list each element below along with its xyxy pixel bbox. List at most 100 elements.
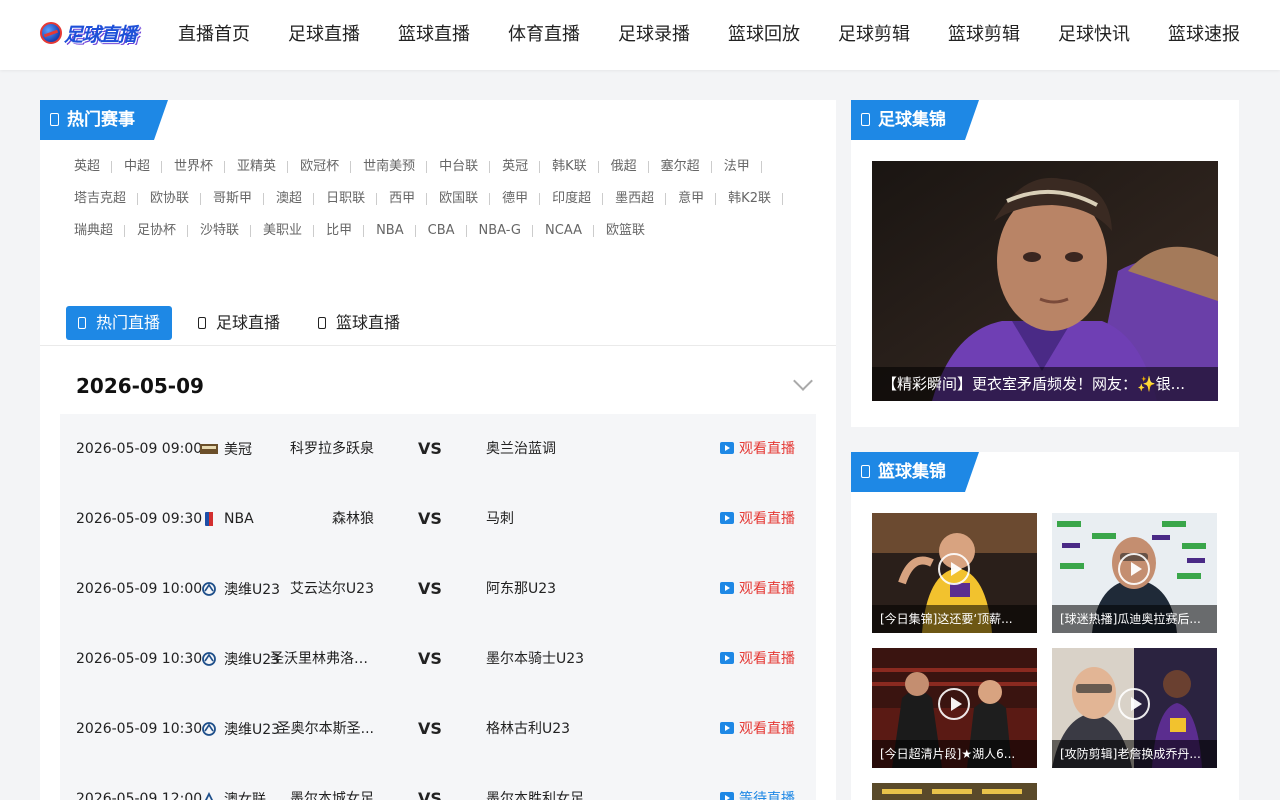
watch-live-button[interactable]: 观看直播 (720, 624, 795, 694)
league-link[interactable]: 瑞典超 (62, 220, 126, 242)
hot-events-header: 热门赛事 (40, 100, 168, 140)
match-league: 美冠 (200, 414, 252, 484)
league-link[interactable]: 欧篮联 (594, 220, 657, 242)
match-league: NBA (200, 484, 254, 554)
match-time: 2026-05-09 10:30 (76, 651, 203, 667)
nav-item-football-news[interactable]: 足球快讯 (1042, 0, 1146, 70)
league-link[interactable]: 意甲 (666, 188, 717, 210)
league-link[interactable]: 沙特联 (188, 220, 252, 242)
chevron-down-icon[interactable] (793, 371, 813, 391)
video-thumbnail[interactable] (872, 783, 1037, 800)
vs-label: VS (418, 649, 442, 668)
section-icon (861, 113, 870, 126)
table-row: 2026-05-09 09:30 NBA 森林狼 VS 马刺 观看直播 (60, 484, 816, 554)
league-link[interactable]: 韩K2联 (716, 188, 783, 210)
watch-live-button[interactable]: 观看直播 (720, 414, 795, 484)
vs-label: VS (418, 789, 442, 800)
site-logo[interactable]: 足球直播 (40, 18, 146, 48)
highlight-caption: 【精彩瞬间】更衣室矛盾频发！网友：✨银... (872, 367, 1218, 401)
watch-live-button[interactable]: 观看直播 (720, 484, 795, 554)
league-link[interactable]: 欧国联 (427, 188, 491, 210)
video-thumbnail[interactable]: [球迷热播]瓜迪奥拉赛后... (1052, 513, 1217, 633)
league-link[interactable]: CBA (416, 220, 467, 242)
match-league: 澳维U23 (200, 694, 280, 764)
basketball-football-logo-icon (40, 22, 62, 44)
league-link[interactable]: 中台联 (427, 156, 491, 178)
league-link[interactable]: 足协杯 (125, 220, 189, 242)
league-link[interactable]: 英超 (62, 156, 113, 178)
thumbnail-caption: [今日超清片段]★湖人6... (872, 740, 1037, 768)
match-time: 2026-05-09 09:00 (76, 441, 203, 457)
video-thumbnail[interactable]: [今日超清片段]★湖人6... (872, 648, 1037, 768)
thumbnail-image (872, 783, 1037, 800)
league-link[interactable]: 世界杯 (162, 156, 226, 178)
match-league: 澳维U23 (200, 624, 280, 694)
league-badge-icon (202, 582, 216, 596)
league-link[interactable]: 德甲 (490, 188, 541, 210)
play-icon (1118, 553, 1150, 585)
basketball-highlights-header: 篮球集锦 (851, 452, 979, 492)
league-link[interactable]: 日职联 (314, 188, 378, 210)
divider (40, 345, 836, 346)
match-time: 2026-05-09 12:00 (76, 791, 203, 800)
nav-item-basketball-live[interactable]: 篮球直播 (382, 0, 486, 70)
thumbnail-caption: [攻防剪辑]老詹换成乔丹... (1052, 740, 1217, 768)
league-link[interactable]: 法甲 (712, 156, 762, 178)
video-thumbnail[interactable]: [攻防剪辑]老詹换成乔丹... (1052, 648, 1217, 768)
nav-item-basketball-replay[interactable]: 篮球回放 (712, 0, 816, 70)
league-link[interactable]: 西甲 (377, 188, 428, 210)
nav-item-football-live[interactable]: 足球直播 (272, 0, 376, 70)
logo-text: 足球直播 (64, 23, 137, 46)
play-icon (720, 512, 734, 524)
tab-hot-live[interactable]: 热门直播 (66, 306, 173, 340)
league-link[interactable]: 印度超 (540, 188, 604, 210)
away-team: 墨尔本胜利女足 (486, 791, 584, 800)
tab-football-live[interactable]: 足球直播 (186, 306, 292, 340)
highlight-video-card[interactable]: 【精彩瞬间】更衣室矛盾频发！网友：✨银... (872, 161, 1218, 401)
watch-live-button[interactable]: 观看直播 (720, 554, 795, 624)
league-link[interactable]: NBA-G (467, 220, 534, 242)
tab-basketball-live[interactable]: 篮球直播 (306, 306, 412, 340)
league-link[interactable]: 欧协联 (138, 188, 202, 210)
league-list: 英超 中超 世界杯 亚精英 欧冠杯 世南美预 中台联 英冠 韩K联 俄超 塞尔超… (62, 156, 802, 242)
nba-logo-icon (205, 512, 213, 526)
nav-item-basketball-news[interactable]: 篮球速报 (1152, 0, 1256, 70)
main-nav: 直播首页 足球直播 篮球直播 体育直播 足球录播 篮球回放 足球剪辑 篮球剪辑 … (162, 0, 1256, 70)
league-link[interactable]: 亚精英 (225, 156, 289, 178)
home-team: 科罗拉多跃泉 (290, 441, 374, 457)
nav-item-football-clips[interactable]: 足球剪辑 (822, 0, 926, 70)
match-league: 澳维U23 (200, 554, 280, 624)
football-highlights-panel: 足球集锦 【精彩瞬间】更衣室矛盾频发！网友：✨银... (851, 100, 1239, 427)
league-link[interactable]: 世南美预 (351, 156, 428, 178)
wait-live-button[interactable]: 等待直播 (720, 764, 795, 800)
nav-item-football-replay[interactable]: 足球录播 (602, 0, 706, 70)
basketball-highlights-title: 篮球集锦 (878, 462, 946, 482)
league-link[interactable]: NBA (364, 220, 416, 242)
league-link[interactable]: 塔吉克超 (62, 188, 139, 210)
league-link[interactable]: 澳超 (264, 188, 315, 210)
nav-item-sports-live[interactable]: 体育直播 (492, 0, 596, 70)
league-link[interactable]: NCAA (533, 220, 594, 242)
main-panel: 热门赛事 英超 中超 世界杯 亚精英 欧冠杯 世南美预 中台联 英冠 韩K联 俄… (40, 100, 836, 800)
league-link[interactable]: 中超 (112, 156, 163, 178)
table-row: 2026-05-09 10:30 澳维U23 圣沃里林弗洛U... VS 墨尔本… (60, 624, 816, 694)
league-link[interactable]: 韩K联 (540, 156, 599, 178)
vs-label: VS (418, 509, 442, 528)
table-row: 2026-05-09 09:00 美冠 科罗拉多跃泉 VS 奥兰治蓝调 观看直播 (60, 414, 816, 484)
league-link[interactable]: 塞尔超 (649, 156, 712, 178)
watch-live-button[interactable]: 观看直播 (720, 694, 795, 764)
league-link[interactable]: 墨西超 (603, 188, 667, 210)
league-link[interactable]: 比甲 (314, 220, 365, 242)
league-link[interactable]: 欧冠杯 (288, 156, 352, 178)
nav-item-home[interactable]: 直播首页 (162, 0, 266, 70)
football-highlights-header: 足球集锦 (851, 100, 979, 140)
video-thumbnail[interactable]: [今日集锦]这还要‘顶薪... (872, 513, 1037, 633)
league-link[interactable]: 俄超 (599, 156, 649, 178)
home-team: 墨尔本城女足 (290, 791, 374, 800)
league-link[interactable]: 英冠 (490, 156, 541, 178)
table-row: 2026-05-09 12:00 澳女联 墨尔本城女足 VS 墨尔本胜利女足 等… (60, 764, 816, 800)
league-link[interactable]: 哥斯甲 (201, 188, 265, 210)
league-link[interactable]: 美职业 (251, 220, 315, 242)
tab-icon (78, 317, 86, 329)
nav-item-basketball-clips[interactable]: 篮球剪辑 (932, 0, 1036, 70)
